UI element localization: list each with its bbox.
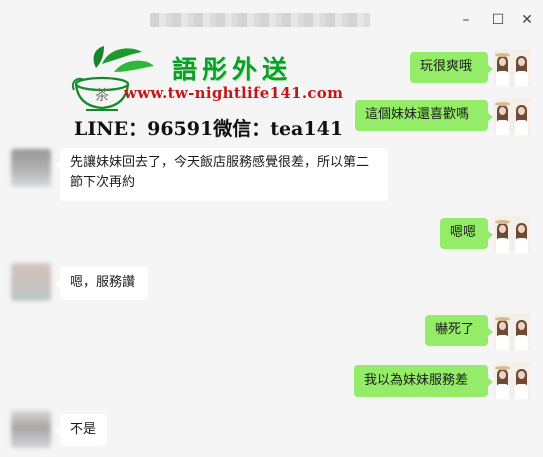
blurred-chat-title bbox=[150, 13, 370, 27]
watermark-url: www.tw-nightlife141.com bbox=[124, 84, 344, 102]
maximize-icon: ☐ bbox=[491, 12, 505, 28]
watermark: 茶 語彤外送 www.tw-nightlife141.com LINE：9659… bbox=[66, 44, 346, 144]
title-bar: – ☐ ✕ bbox=[0, 0, 543, 40]
message-text: 嗯，服務讚 bbox=[70, 275, 136, 290]
my-avatar[interactable] bbox=[494, 216, 531, 253]
message-text: 這個妹妹還喜歡嗎 bbox=[365, 107, 470, 122]
message-text: 嚇死了 bbox=[435, 322, 475, 337]
message-bubble-in[interactable]: 不是 bbox=[55, 414, 107, 446]
close-button[interactable]: ✕ bbox=[517, 10, 537, 30]
contact-avatar[interactable] bbox=[11, 149, 51, 187]
message-text: 我以為妹妹服務差 bbox=[364, 373, 469, 388]
message-bubble-out[interactable]: 這個妹妹還喜歡嗎 bbox=[355, 100, 493, 131]
my-avatar[interactable] bbox=[494, 313, 531, 350]
contact-avatar[interactable] bbox=[11, 263, 51, 301]
my-avatar[interactable] bbox=[494, 98, 531, 135]
contact-avatar[interactable] bbox=[11, 410, 51, 448]
message-bubble-out[interactable]: 玩很爽哦 bbox=[410, 52, 493, 83]
message-bubble-out[interactable]: 我以為妹妹服務差 bbox=[354, 365, 493, 397]
my-avatar[interactable] bbox=[494, 362, 531, 399]
minimize-icon: – bbox=[462, 12, 470, 28]
message-text: 嗯嗯 bbox=[450, 225, 477, 240]
message-text: 玩很爽哦 bbox=[420, 59, 473, 74]
close-icon: ✕ bbox=[521, 12, 533, 28]
message-bubble-out[interactable]: 嗯嗯 bbox=[440, 218, 493, 249]
message-bubble-in[interactable]: 嗯，服務讚 bbox=[55, 267, 148, 300]
my-avatar[interactable] bbox=[494, 49, 531, 86]
minimize-button[interactable]: – bbox=[456, 10, 476, 30]
tea-logo-icon: 茶 bbox=[72, 46, 154, 111]
watermark-title: 語彤外送 bbox=[172, 55, 293, 84]
message-text: 不是 bbox=[70, 422, 97, 437]
watermark-contact: LINE：96591微信：tea141 bbox=[74, 118, 344, 140]
message-bubble-out[interactable]: 嚇死了 bbox=[425, 315, 493, 346]
message-bubble-in[interactable]: 先讓妹妹回去了，今天飯店服務感覺很差，所以第二節下次再約 bbox=[55, 148, 388, 201]
message-text: 先讓妹妹回去了，今天飯店服務感覺很差，所以第二節下次再約 bbox=[70, 155, 370, 190]
maximize-button[interactable]: ☐ bbox=[488, 10, 508, 30]
svg-text:茶: 茶 bbox=[95, 88, 109, 104]
